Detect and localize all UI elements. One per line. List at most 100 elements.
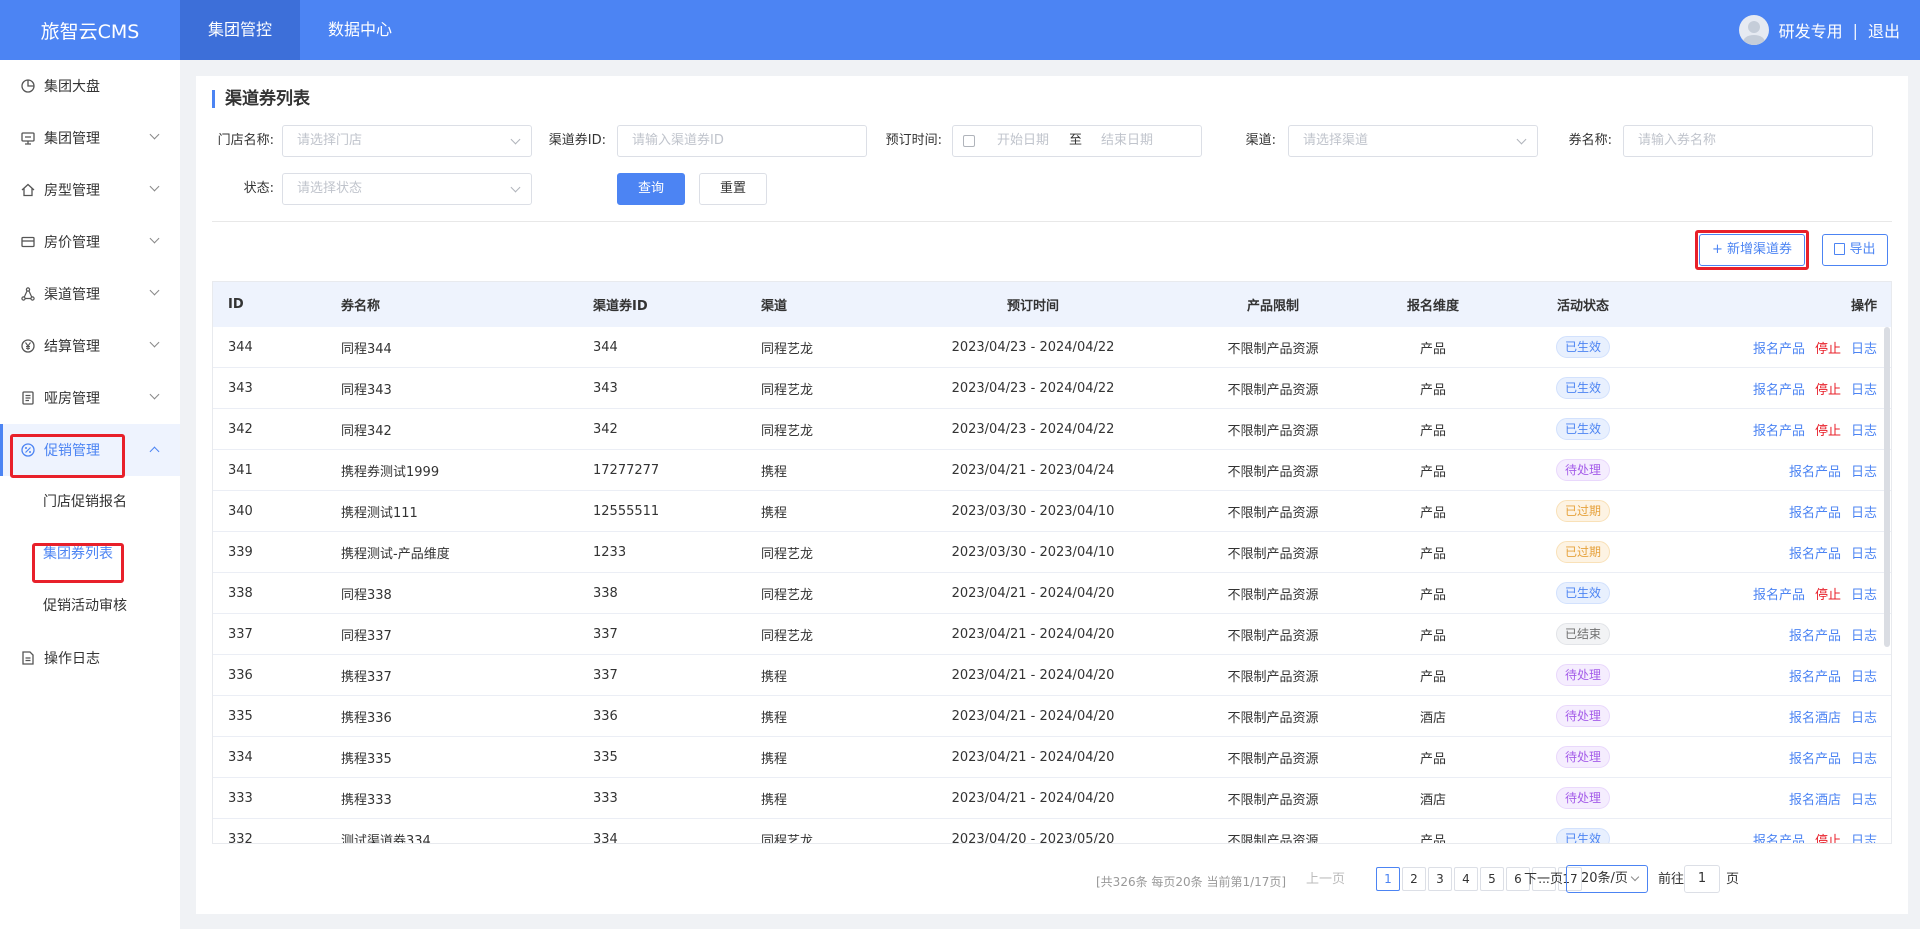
- sidebar-item-room-price[interactable]: 房价管理: [0, 216, 180, 268]
- log-link[interactable]: 日志: [1851, 584, 1877, 603]
- chevron-down-icon: [149, 181, 160, 192]
- log-link[interactable]: 日志: [1851, 625, 1877, 644]
- channel-select[interactable]: 请选择渠道: [1288, 125, 1538, 157]
- register-link[interactable]: 报名产品: [1753, 338, 1805, 357]
- chevron-down-icon: [1516, 134, 1527, 145]
- register-link[interactable]: 报名产品: [1753, 379, 1805, 398]
- logout-link[interactable]: 退出: [1868, 18, 1900, 42]
- cell-status: 已过期: [1533, 491, 1633, 531]
- register-link[interactable]: 报名酒店: [1789, 707, 1841, 726]
- log-link[interactable]: 日志: [1851, 461, 1877, 480]
- sidebar-item-room-type[interactable]: 房型管理: [0, 164, 180, 216]
- page-number-button[interactable]: 3: [1428, 867, 1452, 891]
- table-scrollbar[interactable]: [1884, 327, 1890, 647]
- status-badge: 待处理: [1555, 664, 1610, 686]
- user-name[interactable]: 研发专用: [1779, 18, 1843, 42]
- add-channel-coupon-button[interactable]: + 新增渠道券: [1699, 234, 1805, 266]
- register-link[interactable]: 报名产品: [1789, 543, 1841, 562]
- cell-dim: 产品: [1419, 505, 1446, 521]
- cell-id: 336: [228, 667, 253, 683]
- start-date-placeholder: 开始日期: [997, 133, 1050, 148]
- status-select[interactable]: 请选择状态: [282, 173, 532, 205]
- log-link[interactable]: 日志: [1851, 338, 1877, 357]
- cell-channel: 同程艺龙: [761, 341, 814, 357]
- register-link[interactable]: 报名产品: [1789, 666, 1841, 685]
- sidebar-item-dashboard[interactable]: 集团大盘: [0, 60, 180, 112]
- export-icon: [1834, 243, 1846, 255]
- log-link[interactable]: 日志: [1851, 748, 1877, 767]
- sidebar-item-label: 渠道管理: [44, 287, 100, 303]
- register-link[interactable]: 报名产品: [1789, 502, 1841, 521]
- page-number-button[interactable]: 4: [1454, 867, 1478, 891]
- register-link[interactable]: 报名产品: [1753, 584, 1805, 603]
- calendar-icon: [963, 135, 975, 147]
- cell-dim: 酒店: [1419, 710, 1446, 726]
- chevron-down-icon: [510, 182, 521, 193]
- sidebar-item-label: 房价管理: [44, 235, 100, 251]
- sidebar-item-channel[interactable]: 渠道管理: [0, 268, 180, 320]
- app-logo[interactable]: 旅智云CMS: [0, 17, 180, 44]
- log-link[interactable]: 日志: [1851, 543, 1877, 562]
- cell-name: 同程342: [341, 423, 392, 439]
- register-link[interactable]: 报名产品: [1789, 625, 1841, 644]
- cell-cid: 12555511: [593, 503, 660, 519]
- sidebar-item-group[interactable]: 集团管理: [0, 112, 180, 164]
- register-link[interactable]: 报名产品: [1753, 420, 1805, 439]
- cell-id: 335: [228, 708, 253, 724]
- table-row: 338 同程338 338 同程艺龙 2023/04/21 - 2024/04/20 不限…: [213, 573, 1891, 614]
- nav-group-control[interactable]: 集团管控: [180, 0, 301, 60]
- submenu-group-coupon-list[interactable]: 集团券列表: [0, 528, 180, 580]
- log-link[interactable]: 日志: [1851, 666, 1877, 685]
- stop-link[interactable]: 停止: [1815, 338, 1841, 357]
- cell-channel: 同程艺龙: [761, 382, 814, 398]
- log-link[interactable]: 日志: [1851, 379, 1877, 398]
- store-select[interactable]: 请选择门店: [282, 125, 532, 157]
- reset-button[interactable]: 重置: [699, 173, 767, 205]
- page-number-button[interactable]: 5: [1480, 867, 1504, 891]
- coupon-table: ID 券名称 渠道券ID 渠道 预订时间 产品限制 报名维度 活动状态 操作 3…: [212, 281, 1892, 844]
- coupon-id-placeholder: 请输入渠道券ID: [632, 133, 724, 148]
- submenu-promotion-review[interactable]: 促销活动审核: [0, 580, 180, 632]
- coupon-id-input[interactable]: 请输入渠道券ID: [617, 125, 867, 157]
- stop-link[interactable]: 停止: [1815, 420, 1841, 439]
- coupon-name-input[interactable]: 请输入券名称: [1623, 125, 1873, 157]
- search-button[interactable]: 查询: [617, 173, 685, 205]
- page-size-value: 20条/页: [1581, 871, 1628, 886]
- cell-limit: 不限制产品资源: [1227, 505, 1319, 521]
- sidebar-item-settlement[interactable]: 结算管理: [0, 320, 180, 372]
- register-link[interactable]: 报名产品: [1789, 461, 1841, 480]
- log-link[interactable]: 日志: [1851, 420, 1877, 439]
- prev-page-button[interactable]: 上一页: [1306, 867, 1345, 893]
- log-link[interactable]: 日志: [1851, 502, 1877, 521]
- page-size-select[interactable]: 20条/页: [1566, 865, 1648, 893]
- avatar[interactable]: [1738, 15, 1769, 45]
- status-badge: 已生效: [1555, 336, 1610, 358]
- page-number-button[interactable]: 2: [1402, 867, 1426, 891]
- stop-link[interactable]: 停止: [1815, 830, 1841, 844]
- chevron-up-icon: [149, 446, 160, 457]
- page-number-button[interactable]: 1: [1376, 867, 1400, 891]
- sidebar-item-promotion[interactable]: 促销管理: [0, 424, 180, 476]
- log-link[interactable]: 日志: [1851, 789, 1877, 808]
- register-link[interactable]: 报名酒店: [1789, 789, 1841, 808]
- table-row: 341 携程券测试1999 17277277 携程 2023/04/21 - 2023/…: [213, 450, 1891, 491]
- cell-status: 已生效: [1533, 819, 1633, 843]
- export-button[interactable]: 导出: [1822, 234, 1888, 266]
- goto-page-input[interactable]: 1: [1684, 865, 1720, 893]
- stop-link[interactable]: 停止: [1815, 379, 1841, 398]
- booking-date-range[interactable]: 开始日期 至 结束日期: [952, 125, 1202, 157]
- cell-id: 340: [228, 503, 253, 519]
- sidebar-item-dummy-room[interactable]: 哑房管理: [0, 372, 180, 424]
- stop-link[interactable]: 停止: [1815, 584, 1841, 603]
- register-link[interactable]: 报名产品: [1789, 748, 1841, 767]
- next-page-button[interactable]: 下一页: [1524, 867, 1563, 893]
- log-link[interactable]: 日志: [1851, 830, 1877, 844]
- sidebar-item-operation-log[interactable]: 操作日志: [0, 632, 180, 684]
- pagination-summary: [共326条 每页20条 当前第1/17页]: [1096, 875, 1287, 889]
- col-dimension: 报名维度: [1406, 299, 1459, 314]
- log-link[interactable]: 日志: [1851, 707, 1877, 726]
- submenu-store-promotion[interactable]: 门店促销报名: [0, 476, 180, 528]
- cell-cid: 344: [593, 339, 618, 355]
- nav-data-center[interactable]: 数据中心: [300, 0, 420, 60]
- register-link[interactable]: 报名产品: [1753, 830, 1805, 844]
